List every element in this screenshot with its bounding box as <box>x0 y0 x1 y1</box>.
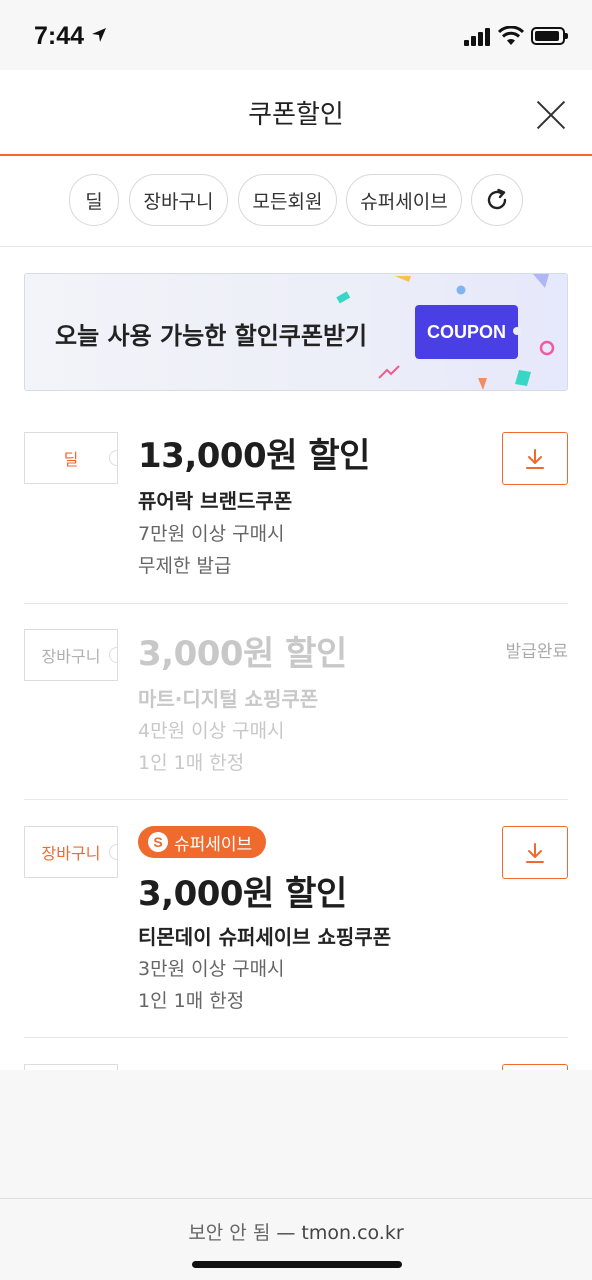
location-arrow-icon <box>90 22 108 51</box>
status-time: 7:44 <box>34 22 108 51</box>
coupon-tag: 장바구니 <box>24 826 118 878</box>
time-text: 7:44 <box>34 22 85 50</box>
close-icon[interactable] <box>536 100 566 130</box>
filter-chip-all-members[interactable]: 모든회원 <box>238 174 337 226</box>
issued-status: 발급완료 <box>505 642 568 662</box>
coupon-amount: 3,000원 할인 <box>138 874 347 914</box>
url-domain: tmon.co.kr <box>301 1222 404 1244</box>
super-save-badge: S 슈퍼세이브 <box>138 826 267 858</box>
coupon-banner[interactable]: 오늘 사용 가능한 할인쿠폰받기 COUPON <box>24 273 568 391</box>
coupon-condition: 7만원 이상 구매시 <box>138 523 285 545</box>
coupon-condition: 3만원 이상 구매시 <box>138 958 285 980</box>
coupon-sheet: 쿠폰할인 딜 장바구니 모든회원 슈퍼세이브 오늘 사용 가능한 할인쿠폰받기 … <box>0 70 592 1070</box>
coupon-amount: 3,000원 할인 <box>138 634 347 674</box>
coupon-amount: 13,000원 할인 <box>138 436 370 476</box>
coupon-item: 딜 13,000원 할인 퓨어락 브랜드쿠폰 7만원 이상 구매시 무제한 발급 <box>24 432 568 582</box>
filter-chip-cart[interactable]: 장바구니 <box>129 174 228 226</box>
coupon-item: 장바구니 S 슈퍼세이브 3,000원 할인 티몬데이 슈퍼세이브 쇼핑쿠폰 3… <box>24 826 568 1012</box>
coupon-download-button-partial[interactable] <box>502 1064 568 1070</box>
wifi-icon <box>497 25 525 46</box>
coupon-name: 티몬데이 슈퍼세이브 쇼핑쿠폰 <box>138 925 392 949</box>
super-save-label: 슈퍼세이브 <box>174 834 253 855</box>
cellular-signal-icon <box>464 28 492 46</box>
sheet-header: 쿠폰할인 <box>0 70 592 156</box>
coupon-name: 마트·디지털 쇼핑쿠폰 <box>138 687 319 711</box>
banner-text: 오늘 사용 가능한 할인쿠폰받기 <box>55 322 368 350</box>
home-indicator[interactable] <box>192 1261 402 1268</box>
divider <box>24 799 568 800</box>
browser-url-bar[interactable]: 보안 안 됨 — tmon.co.kr <box>0 1198 592 1280</box>
refresh-button[interactable] <box>471 174 523 226</box>
download-icon <box>526 842 544 863</box>
coupon-limit: 무제한 발급 <box>138 555 232 577</box>
url-separator: — <box>276 1222 296 1244</box>
coupon-tag: 딜 <box>24 432 118 484</box>
coupon-name: 퓨어락 브랜드쿠폰 <box>138 489 293 513</box>
status-bar: 7:44 <box>0 0 592 70</box>
security-status: 보안 안 됨 <box>188 1222 271 1244</box>
coupon-download-button[interactable] <box>502 826 568 879</box>
coupon-tag: 장바구니 <box>24 629 118 681</box>
url-text: 보안 안 됨 — tmon.co.kr <box>0 1218 592 1245</box>
coupon-badge: COUPON <box>415 305 521 359</box>
coupon-limit: 1인 1매 한정 <box>138 752 245 774</box>
divider <box>24 1037 568 1038</box>
coupon-item: 장바구니 3,000원 할인 마트·디지털 쇼핑쿠폰 4만원 이상 구매시 1인… <box>24 629 568 779</box>
divider <box>24 603 568 604</box>
filter-chip-super-save[interactable]: 슈퍼세이브 <box>346 174 462 226</box>
coupon-download-button[interactable] <box>502 432 568 485</box>
coupon-tag-partial <box>24 1064 118 1070</box>
super-save-icon: S <box>148 832 168 852</box>
battery-icon <box>531 27 568 45</box>
coupon-limit: 1인 1매 한정 <box>138 990 245 1012</box>
filter-chip-deal[interactable]: 딜 <box>69 174 119 226</box>
filter-chips: 딜 장바구니 모든회원 슈퍼세이브 <box>0 156 592 247</box>
sheet-title: 쿠폰할인 <box>248 100 344 130</box>
download-icon <box>526 448 544 469</box>
refresh-icon <box>487 188 507 210</box>
coupon-condition: 4만원 이상 구매시 <box>138 720 285 742</box>
